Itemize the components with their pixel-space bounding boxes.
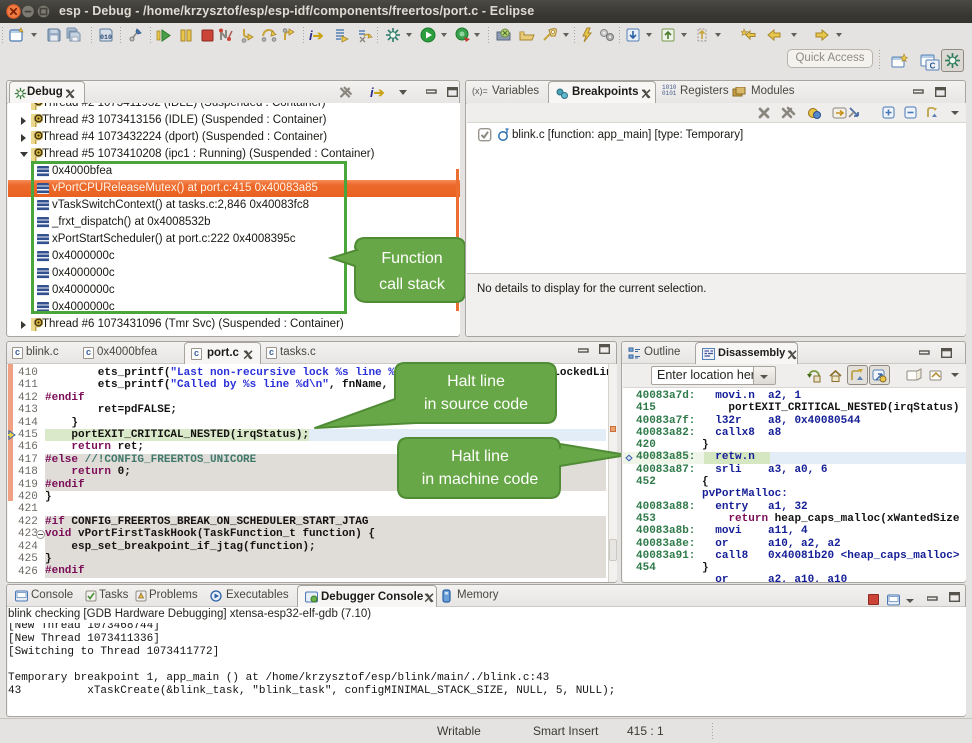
svg-text:Function: Function (381, 250, 442, 267)
svg-text:in machine code: in machine code (422, 471, 539, 488)
svg-text:call stack: call stack (379, 276, 446, 293)
svg-text:Halt line: Halt line (451, 448, 509, 465)
svg-text:Halt line: Halt line (447, 373, 505, 390)
svg-text:010: 010 (100, 34, 112, 41)
svg-text:C: C (930, 62, 936, 71)
svg-text:in source code: in source code (424, 396, 528, 413)
